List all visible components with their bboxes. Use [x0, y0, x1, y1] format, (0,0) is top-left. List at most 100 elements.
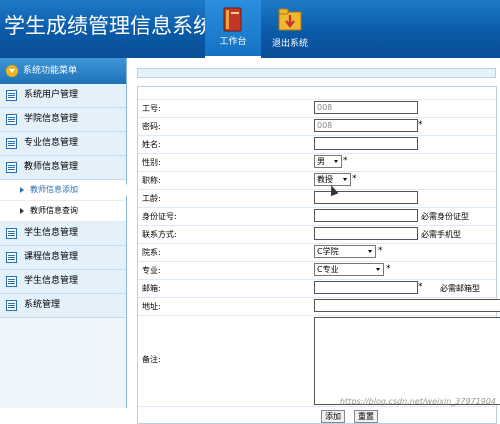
sidebar-menu-title: 系统功能菜单 — [23, 66, 78, 76]
label-shenfenzheng: 身份证号 — [142, 211, 177, 222]
sidebar-subitem-teacher-query[interactable]: 教师信息查询 — [0, 201, 126, 222]
name-input[interactable] — [314, 137, 418, 150]
sidebar-item-label: 系统管理 — [24, 300, 61, 310]
row-yuanxi: 院系 C学院 * — [138, 244, 496, 262]
email-hint: 必需邮箱型 — [440, 284, 480, 293]
label-mima: 密码 — [142, 121, 161, 132]
label-xingbie: 性别 — [142, 157, 161, 168]
required-star: * — [352, 174, 357, 184]
sidebar: 系统功能菜单 系统用户管理 学院信息管理 专业信息管理 教师信息管理 教师信息添… — [0, 58, 127, 408]
list-icon — [6, 276, 17, 287]
remarks-textarea[interactable] — [314, 317, 500, 405]
sidebar-subitem-teacher-add[interactable]: 教师信息添加 — [0, 180, 127, 201]
row-buttons: 添加 重置 — [138, 407, 496, 423]
label-zhuanye: 专业 — [142, 265, 161, 276]
app-title: 学生成绩管理信息系统 — [4, 14, 214, 38]
required-star: * — [418, 282, 423, 292]
sidebar-item-label: 学生信息管理 — [24, 228, 79, 238]
required-star: * — [343, 156, 348, 166]
watermark: https://blog.csdn.net/weixin_37971904 — [339, 397, 496, 406]
required-star: * — [378, 246, 383, 256]
sidebar-item-student[interactable]: 学生信息管理 — [0, 222, 126, 246]
sidebar-item-major[interactable]: 专业信息管理 — [0, 132, 126, 156]
row-xingbie: 性别 男 * — [138, 154, 496, 172]
phone-hint: 必需手机型 — [421, 230, 461, 239]
nav-workbench-label: 工作台 — [219, 37, 247, 47]
add-button[interactable]: 添加 — [321, 410, 345, 423]
row-zhuanye: 专业 C专业 * — [138, 262, 496, 280]
chevron-down-icon — [368, 250, 372, 253]
row-shenfenzheng: 身份证号 必需身份证型 — [138, 208, 496, 226]
arrow-right-icon — [20, 187, 24, 193]
row-xingming: 姓名 — [138, 136, 496, 154]
app-header: 学生成绩管理信息系统 工作台 退出系统 — [0, 0, 500, 58]
gender-select[interactable]: 男 — [314, 155, 342, 168]
label-youxiang: 邮箱 — [142, 283, 161, 294]
download-folder-icon — [278, 8, 302, 31]
email-input[interactable] — [314, 281, 418, 294]
sidebar-item-system[interactable]: 系统管理 — [0, 294, 126, 318]
teacher-add-form: 工号 008 密码 008 * 姓名 性别 男 * 职称 教授 * — [137, 86, 500, 424]
row-lianxi: 联系方式 必需手机型 — [138, 226, 496, 244]
nav-workbench[interactable]: 工作台 — [205, 0, 261, 58]
major-select-value: C专业 — [317, 265, 339, 274]
row-youxiang: 邮箱 * 必需邮箱型 — [138, 280, 496, 298]
list-icon — [6, 300, 17, 311]
sidebar-subitem-label: 教师信息查询 — [30, 206, 78, 215]
form-spacer-row — [138, 87, 496, 100]
book-icon — [223, 7, 242, 32]
sidebar-item-label: 学院信息管理 — [24, 114, 79, 124]
required-star: * — [418, 120, 423, 130]
sidebar-menu-header[interactable]: 系统功能菜单 — [0, 58, 126, 84]
row-gongling: 工龄 — [138, 190, 496, 208]
label-lianxi: 联系方式 — [142, 229, 177, 240]
sidebar-item-label: 学生信息管理 — [24, 276, 79, 286]
sidebar-item-course[interactable]: 课程信息管理 — [0, 246, 126, 270]
required-star: * — [386, 264, 391, 274]
list-icon — [6, 228, 17, 239]
label-xingming: 姓名 — [142, 139, 161, 150]
nav-logout-label: 退出系统 — [271, 39, 308, 49]
chevron-down-icon — [343, 178, 347, 181]
label-yuanxi: 院系 — [142, 247, 161, 258]
list-icon — [6, 162, 17, 173]
chevron-down-icon — [376, 268, 380, 271]
id-card-hint: 必需身份证型 — [421, 212, 469, 221]
label-gongling: 工龄 — [142, 193, 161, 204]
chevron-down-icon — [334, 160, 338, 163]
sidebar-item-label: 课程信息管理 — [24, 252, 79, 262]
main-content: 工号 008 密码 008 * 姓名 性别 男 * 职称 教授 * — [127, 58, 500, 424]
list-icon — [6, 138, 17, 149]
row-dizhi: 地址 — [138, 298, 500, 316]
sidebar-item-label: 教师信息管理 — [24, 162, 79, 172]
list-icon — [6, 90, 17, 101]
label-beizhu: 备注 — [142, 354, 161, 365]
label-gonghao: 工号 — [142, 103, 161, 114]
sidebar-item-label: 专业信息管理 — [24, 138, 79, 148]
phone-input[interactable] — [314, 227, 418, 240]
row-gonghao: 工号 008 — [138, 100, 496, 118]
sidebar-item-student-2[interactable]: 学生信息管理 — [0, 270, 126, 294]
row-beizhu: 备注 — [138, 316, 500, 407]
title-select-value: 教授 — [317, 175, 333, 184]
list-icon — [6, 252, 17, 263]
college-select[interactable]: C学院 — [314, 245, 376, 258]
gender-select-value: 男 — [317, 157, 325, 166]
list-icon — [6, 114, 17, 125]
arrow-right-icon — [20, 208, 24, 214]
major-select[interactable]: C专业 — [314, 263, 384, 276]
gonghao-input[interactable]: 008 — [314, 101, 418, 114]
sidebar-item-college[interactable]: 学院信息管理 — [0, 108, 126, 132]
sidebar-item-teacher[interactable]: 教师信息管理 — [0, 156, 126, 180]
sidebar-subitem-label: 教师信息添加 — [30, 185, 78, 194]
row-mima: 密码 008 * — [138, 118, 496, 136]
content-top-bar — [137, 68, 496, 78]
nav-logout[interactable]: 退出系统 — [262, 0, 318, 58]
password-input[interactable]: 008 — [314, 119, 418, 132]
reset-button[interactable]: 重置 — [354, 410, 378, 423]
row-zhicheng: 职称 教授 * — [138, 172, 496, 190]
chevron-down-icon — [6, 65, 18, 77]
address-input[interactable] — [314, 299, 500, 312]
id-card-input[interactable] — [314, 209, 418, 222]
sidebar-item-system-users[interactable]: 系统用户管理 — [0, 84, 126, 108]
